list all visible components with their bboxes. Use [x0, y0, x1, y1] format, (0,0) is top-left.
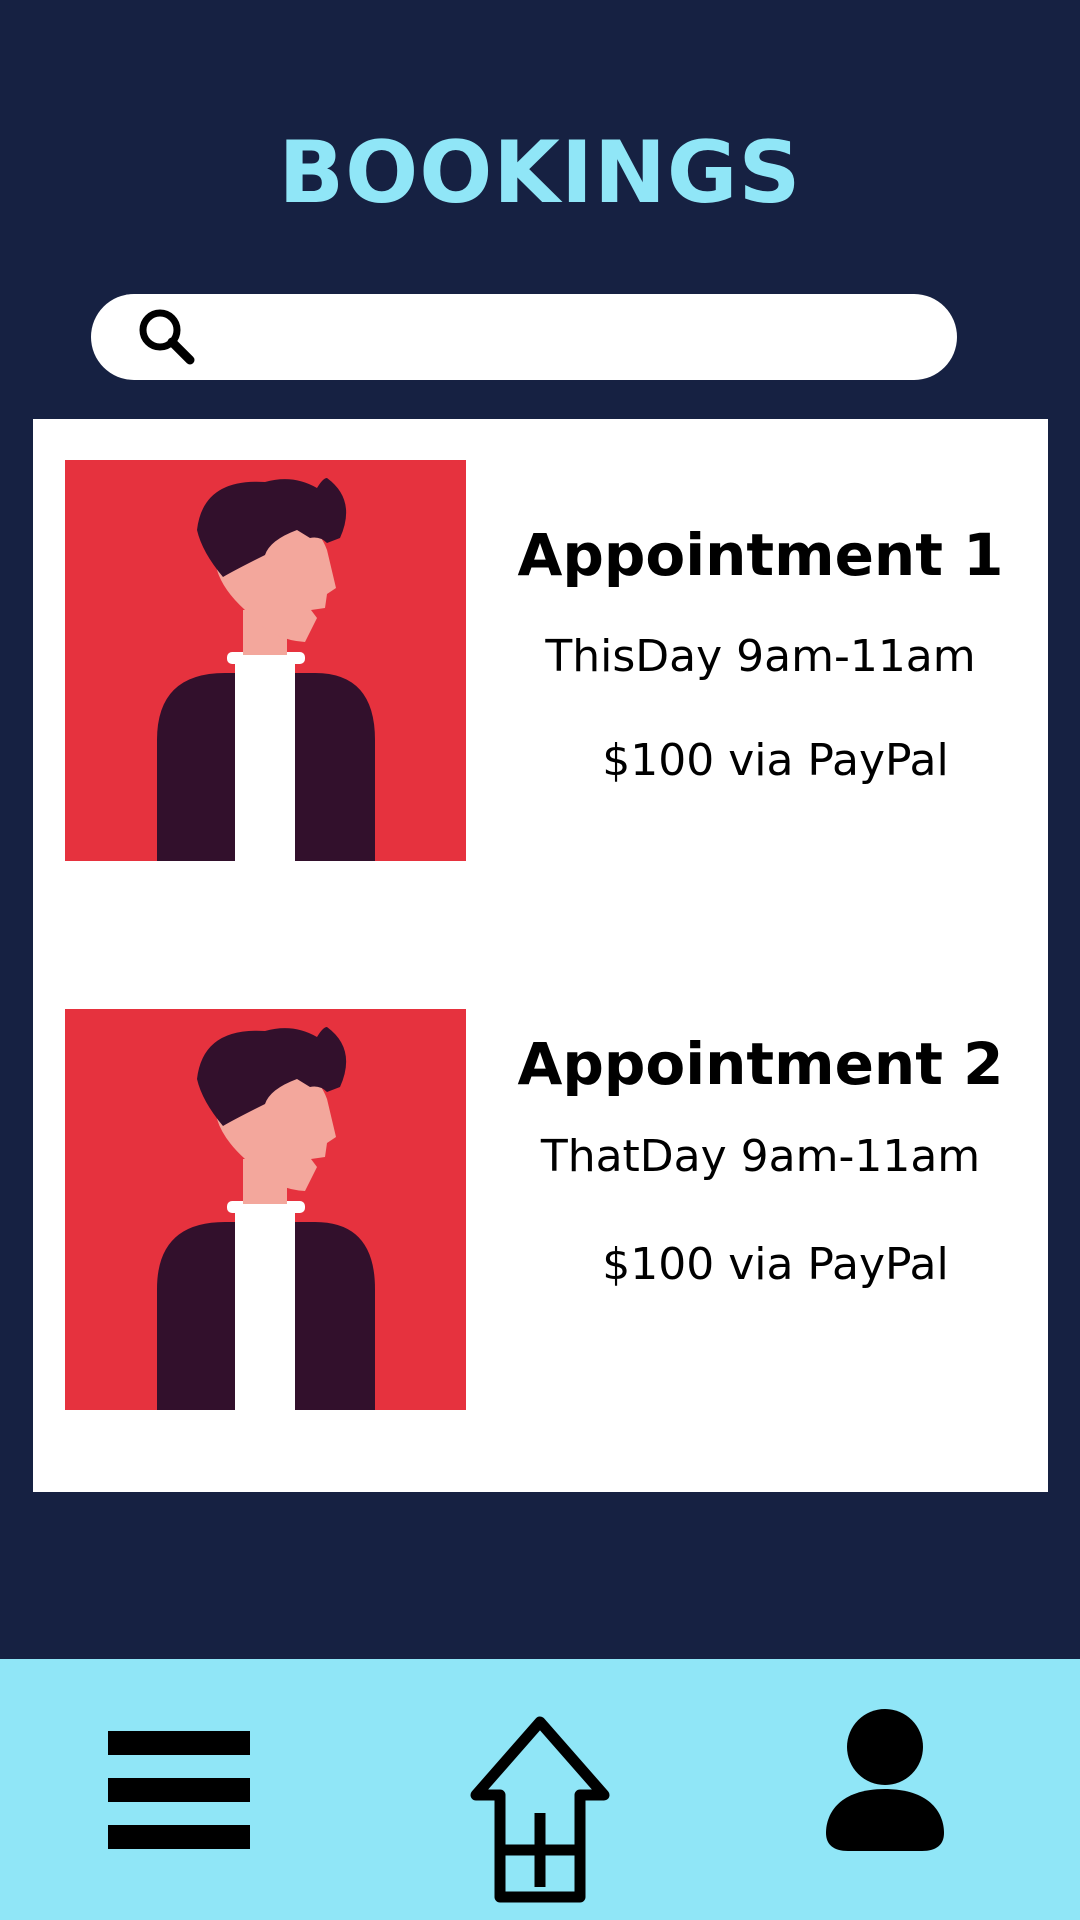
appointment-title: Appointment 1 — [517, 521, 1004, 589]
appointments-list: Appointment 1 ThisDay 9am-11am $100 via … — [33, 419, 1048, 1492]
page-title: BOOKINGS — [278, 123, 802, 223]
search-input[interactable] — [221, 310, 925, 366]
person-avatar — [65, 1009, 466, 1410]
appointment-card[interactable]: Appointment 2 ThatDay 9am-11am $100 via … — [33, 1009, 1048, 1410]
search-icon[interactable] — [135, 305, 199, 369]
add-home-icon[interactable] — [447, 1714, 633, 1906]
menu-icon[interactable] — [106, 1729, 252, 1849]
appointment-price: $100 via PayPal — [602, 735, 949, 786]
profile-icon[interactable] — [822, 1709, 948, 1853]
person-avatar — [65, 460, 466, 861]
appointment-time: ThatDay 9am-11am — [540, 1131, 981, 1182]
search-bar[interactable] — [91, 294, 957, 380]
appointment-time: ThisDay 9am-11am — [545, 631, 976, 682]
appointment-card[interactable]: Appointment 1 ThisDay 9am-11am $100 via … — [33, 460, 1048, 861]
bottom-nav — [0, 1659, 1080, 1920]
appointment-price: $100 via PayPal — [602, 1239, 949, 1290]
appointment-title: Appointment 2 — [517, 1030, 1004, 1098]
